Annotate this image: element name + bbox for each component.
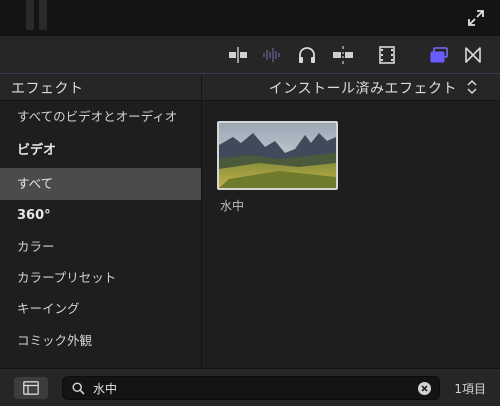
transitions-browser-icon[interactable] (462, 44, 484, 66)
film-strip-icon[interactable] (376, 44, 398, 66)
sidebar-item-color-presets[interactable]: カラープリセット (0, 262, 201, 294)
sidebar-item-all-video-audio[interactable]: すべてのビデオとオーディオ (0, 101, 201, 133)
viewer-strip (0, 0, 500, 36)
sidebar-item-comic-looks[interactable]: コミック外観 (0, 325, 201, 357)
sidebar-toggle-button[interactable] (14, 377, 48, 399)
headphones-icon[interactable] (296, 44, 318, 66)
effects-browser-icon[interactable] (428, 44, 450, 66)
chevron-updown-icon[interactable] (466, 79, 478, 95)
sidebar-item-video[interactable]: ビデオ (0, 135, 201, 167)
search-input[interactable] (93, 379, 413, 398)
sidebar-item-color[interactable]: カラー (0, 231, 201, 263)
effects-category-list: すべてのビデオとオーディオ ビデオ すべて 360° カラー カラープリセット … (0, 101, 202, 368)
browser-header: エフェクト インストール済みエフェクト (0, 74, 500, 101)
effect-thumbnail[interactable] (217, 121, 338, 190)
browser-toolbar (0, 36, 500, 74)
fullscreen-icon[interactable] (466, 8, 486, 28)
sidebar-header: エフェクト (0, 74, 202, 101)
search-icon (72, 382, 85, 395)
snapping-icon[interactable] (332, 44, 354, 66)
close-icon (421, 385, 428, 392)
effects-grid: 水中 (203, 101, 500, 368)
sidebar-item-360[interactable]: 360° (0, 200, 201, 232)
browser-footer: 1項目 (0, 368, 500, 406)
effect-label: 水中 (220, 199, 245, 213)
search-field[interactable] (62, 376, 440, 400)
playhead-marker-icon (26, 0, 48, 30)
sidebar-layout-icon (23, 381, 39, 395)
audio-waveform-icon[interactable] (261, 44, 283, 66)
sidebar-item-keying[interactable]: キーイング (0, 293, 201, 325)
audio-video-split-icon[interactable] (227, 44, 249, 66)
collection-selector[interactable]: インストール済みエフェクト (203, 74, 500, 101)
collection-title[interactable]: インストール済みエフェクト (269, 78, 457, 98)
clear-search-button[interactable] (418, 382, 431, 395)
sidebar-item-all[interactable]: すべて (0, 168, 201, 200)
item-count: 1項目 (454, 382, 486, 396)
sidebar-title: エフェクト (11, 81, 84, 97)
